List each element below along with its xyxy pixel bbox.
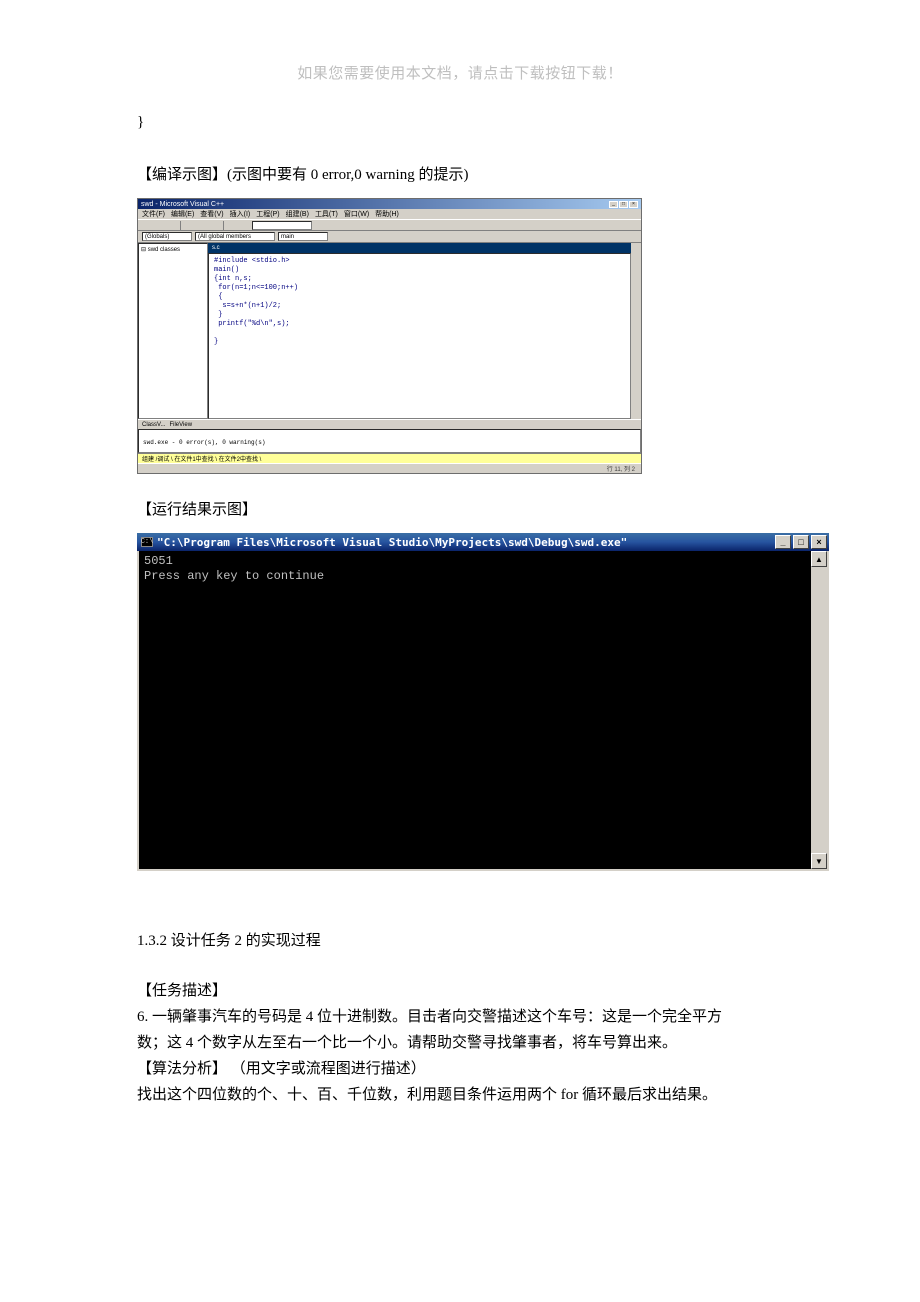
- scope-combo[interactable]: (Globals): [142, 232, 192, 241]
- algo-text-1: 找出这个四位数的个、十、百、千位数，利用题目条件运用两个: [137, 1087, 561, 1103]
- toolbar-button[interactable]: [209, 221, 219, 230]
- algo-body: 找出这个四位数的个、十、百、千位数，利用题目条件运用两个 for 循环最后求出结…: [137, 1082, 787, 1108]
- maximize-icon[interactable]: □: [793, 535, 809, 549]
- status-cursor: 行 11, 列 2: [607, 464, 635, 473]
- ide-screenshot: swd - Microsoft Visual C++ _ □ × 文件(F) 编…: [137, 198, 642, 474]
- ide-window-buttons: _ □ ×: [609, 201, 638, 208]
- algo-for: for: [561, 1087, 582, 1103]
- menu-item[interactable]: 编辑(E): [171, 209, 194, 219]
- menu-item[interactable]: 插入(I): [230, 209, 251, 219]
- console-title: "C:\Program Files\Microsoft Visual Studi…: [157, 536, 627, 549]
- toolbar-button[interactable]: [197, 221, 207, 230]
- menu-item[interactable]: 帮助(H): [375, 209, 399, 219]
- toolbar-button[interactable]: [142, 221, 152, 230]
- tree-root[interactable]: swd classes: [141, 246, 205, 253]
- scroll-up-icon[interactable]: ▲: [811, 551, 827, 567]
- ide-titlebar: swd - Microsoft Visual C++ _ □ ×: [138, 199, 641, 209]
- menu-item[interactable]: 查看(V): [200, 209, 223, 219]
- ide-output[interactable]: swd.exe - 0 error(s), 0 warning(s): [138, 429, 641, 453]
- tab-classview[interactable]: ClassV...: [142, 422, 165, 428]
- toolbar-sep: [180, 221, 181, 230]
- compile-label-en: (示图中要有 0 error,0 warning 的提示): [227, 167, 468, 183]
- toolbar-button[interactable]: [228, 221, 238, 230]
- menu-item[interactable]: 工具(T): [315, 209, 338, 219]
- menu-item[interactable]: 组建(B): [286, 209, 309, 219]
- toolbar-sep: [223, 221, 224, 230]
- func-combo[interactable]: main: [278, 232, 328, 241]
- page-content: } 【编译示图】(示图中要有 0 error,0 warning 的提示) sw…: [137, 114, 787, 1108]
- console-scrollbar[interactable]: ▲ ▼: [811, 551, 827, 869]
- toolbar-button[interactable]: [166, 221, 176, 230]
- ide-scrollbar[interactable]: [631, 243, 641, 419]
- code-area[interactable]: #include <stdio.h> main() {int n,s; for(…: [208, 253, 631, 419]
- ide-output-tabs: 组建 /调试 \ 在文件1中查找 \ 在文件2中查找 \: [138, 453, 641, 463]
- toolbar-button[interactable]: [314, 221, 324, 230]
- task-label: 【任务描述】: [137, 978, 787, 1004]
- editor-tab[interactable]: s.c: [208, 243, 631, 253]
- close-icon[interactable]: ×: [629, 201, 638, 208]
- tab-fileview[interactable]: FileView: [169, 422, 192, 428]
- run-label-text: 【运行结果示图】: [137, 502, 257, 518]
- page-header: 如果您需要使用本文档，请点击下载按钮下载！: [0, 62, 920, 83]
- toolbar-button[interactable]: [154, 221, 164, 230]
- ide-menubar: 文件(F) 编辑(E) 查看(V) 插入(I) 工程(P) 组建(B) 工具(T…: [138, 209, 641, 219]
- maximize-icon[interactable]: □: [619, 201, 628, 208]
- menu-item[interactable]: 窗口(W): [344, 209, 369, 219]
- task-block: 【任务描述】 6. 一辆肇事汽车的号码是 4 位十进制数。目击者向交警描述这个车…: [137, 978, 787, 1108]
- console-line: Press any key to continue: [144, 569, 324, 583]
- task-line2: 数；这 4 个数字从左至右一个比一个小。请帮助交警寻找肇事者，将车号算出来。: [137, 1030, 787, 1056]
- output-line: swd.exe - 0 error(s), 0 warning(s): [143, 439, 265, 446]
- menu-item[interactable]: 工程(P): [256, 209, 279, 219]
- toolbar-button[interactable]: [185, 221, 195, 230]
- ide-toolbar: [138, 219, 641, 231]
- toolbar-search[interactable]: [252, 221, 312, 230]
- ide-body: swd classes s.c #include <stdio.h> main(…: [138, 243, 641, 419]
- ide-editor: s.c #include <stdio.h> main() {int n,s; …: [208, 243, 631, 419]
- cmd-icon: C:\: [141, 537, 153, 547]
- compile-section-label: 【编译示图】(示图中要有 0 error,0 warning 的提示): [137, 163, 787, 184]
- console-title-lead: C:\ "C:\Program Files\Microsoft Visual S…: [141, 536, 627, 549]
- minimize-icon[interactable]: _: [775, 535, 791, 549]
- ide-statusbar: 行 11, 列 2: [138, 463, 641, 473]
- menu-item[interactable]: 文件(F): [142, 209, 165, 219]
- closing-brace: }: [137, 114, 787, 131]
- run-result-label: 【运行结果示图】: [137, 498, 787, 519]
- close-icon[interactable]: ×: [811, 535, 827, 549]
- console-line: 5051: [144, 554, 173, 568]
- algo-label: 【算法分析】 （用文字或流程图进行描述）: [137, 1056, 787, 1082]
- console-titlebar: C:\ "C:\Program Files\Microsoft Visual S…: [137, 533, 829, 551]
- console-screenshot: C:\ "C:\Program Files\Microsoft Visual S…: [137, 533, 829, 871]
- console-body: 5051 Press any key to continue ▲ ▼: [137, 551, 829, 871]
- task-line1: 6. 一辆肇事汽车的号码是 4 位十进制数。目击者向交警描述这个车号：这是一个完…: [137, 1004, 787, 1030]
- ide-classview[interactable]: swd classes: [138, 243, 208, 419]
- compile-label-cn: 【编译示图】: [137, 167, 227, 183]
- ide-title: swd - Microsoft Visual C++: [141, 201, 224, 208]
- toolbar-button[interactable]: [240, 221, 250, 230]
- algo-text-2: 循环最后求出结果。: [582, 1087, 717, 1103]
- console-output: 5051 Press any key to continue: [139, 551, 827, 587]
- scroll-down-icon[interactable]: ▼: [811, 853, 827, 869]
- ide-lower-tabs: ClassV... FileView: [138, 419, 641, 429]
- ide-toolbar2: (Globals) (All global members main: [138, 231, 641, 243]
- console-window-buttons: _ □ ×: [775, 535, 827, 549]
- output-tab-row[interactable]: 组建 /调试 \ 在文件1中查找 \ 在文件2中查找 \: [142, 454, 261, 463]
- members-combo[interactable]: (All global members: [195, 232, 275, 241]
- minimize-icon[interactable]: _: [609, 201, 618, 208]
- section-1-3-2-heading: 1.3.2 设计任务 2 的实现过程: [137, 929, 787, 950]
